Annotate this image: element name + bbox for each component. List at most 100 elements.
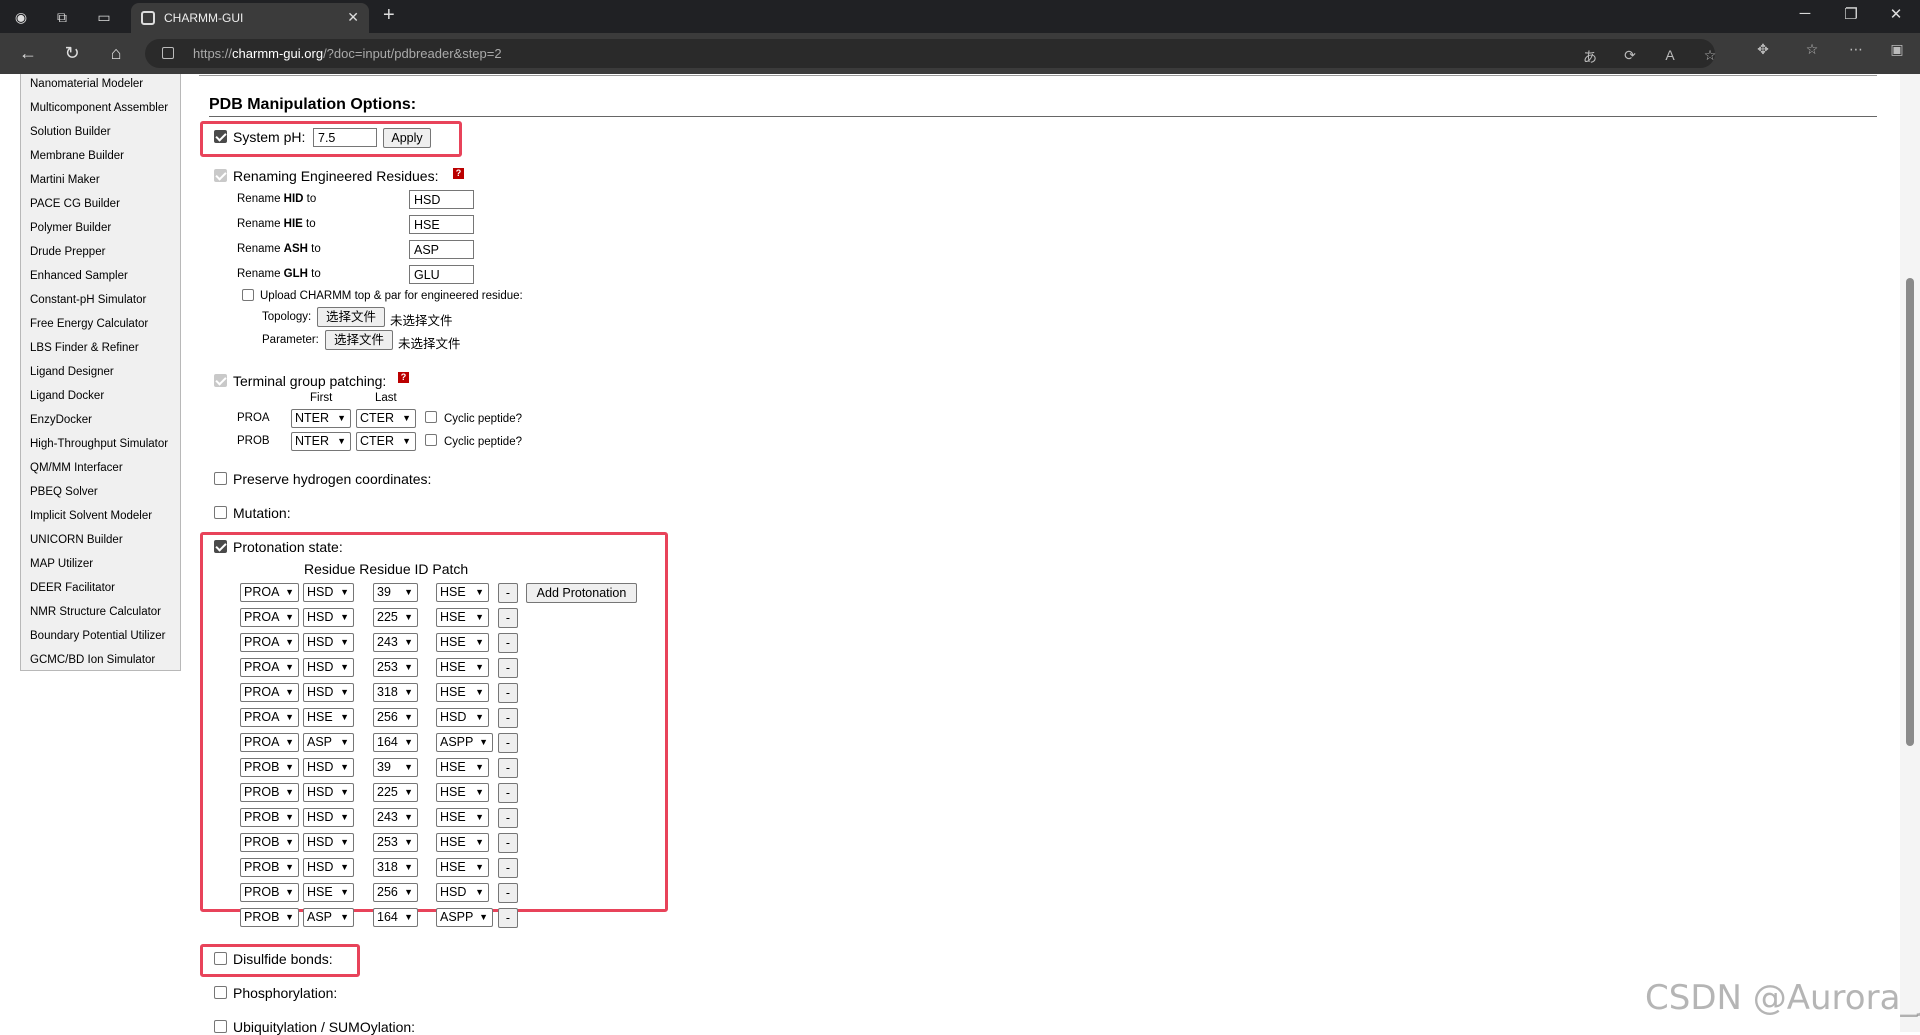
protonation-chain-select[interactable]: PROA ▼ [240,633,299,652]
sidebar-item[interactable]: Multicomponent Assembler [30,102,168,114]
protonation-chain-select[interactable]: PROA ▼ [240,733,299,752]
protonation-resid-select[interactable]: 39 ▼ [373,583,418,602]
terminal-help-icon[interactable]: ? [398,372,409,383]
protonation-patch-select[interactable]: ASPP ▼ [436,733,493,752]
protonation-residue-select[interactable]: HSD ▼ [303,633,354,652]
sidebar-item[interactable]: LBS Finder & Refiner [30,342,139,354]
rename-input[interactable] [409,265,474,284]
home-icon[interactable]: ⌂ [104,43,128,64]
cyclic-peptide-checkbox[interactable] [425,411,437,423]
protonation-chain-select[interactable]: PROA ▼ [240,583,299,602]
remove-protonation-button[interactable]: - [498,583,518,603]
url-text[interactable]: https://charmm-gui.org/?doc=input/pdbrea… [193,46,502,61]
refresh-icon[interactable]: ↻ [60,43,84,64]
protonation-chain-select[interactable]: PROA ▼ [240,608,299,627]
protonation-residue-select[interactable]: HSD ▼ [303,758,354,777]
sidebar-item[interactable]: Ligand Designer [30,366,114,378]
add-protonation-button[interactable]: Add Protonation [526,583,637,603]
protonation-resid-select[interactable]: 318 ▼ [373,683,418,702]
renaming-help-icon[interactable]: ? [453,168,464,179]
protonation-residue-select[interactable]: HSD ▼ [303,833,354,852]
protonation-residue-select[interactable]: HSD ▼ [303,658,354,677]
topology-choose-file-button[interactable]: 选择文件 [317,307,385,327]
sidebar-item[interactable]: Free Energy Calculator [30,318,148,330]
protonation-resid-select[interactable]: 243 ▼ [373,808,418,827]
protonation-patch-select[interactable]: HSE ▼ [436,683,489,702]
terminal-last-select[interactable]: CTER ▼ [356,409,416,428]
protonation-residue-select[interactable]: HSD ▼ [303,858,354,877]
preserve-hydrogen-checkbox[interactable] [214,472,227,485]
profile-icon[interactable]: ◉ [10,6,32,28]
protonation-resid-select[interactable]: 253 ▼ [373,658,418,677]
remove-protonation-button[interactable]: - [498,883,518,903]
page-scrollbar[interactable] [1900,74,1920,1032]
sidebar-item[interactable]: GCMC/BD Ion Simulator [30,654,155,666]
minimize-icon[interactable]: ─ [1790,5,1820,22]
protonation-checkbox[interactable] [214,540,227,553]
sidebar-item[interactable]: Implicit Solvent Modeler [30,510,152,522]
read-aloud-icon[interactable]: A [1659,47,1681,63]
protonation-residue-select[interactable]: HSD ▼ [303,683,354,702]
protonation-resid-select[interactable]: 225 ▼ [373,783,418,802]
apply-ph-button[interactable]: Apply [383,128,431,148]
cyclic-peptide-checkbox[interactable] [425,434,437,446]
protonation-residue-select[interactable]: ASP ▼ [303,733,354,752]
protonation-residue-select[interactable]: HSD ▼ [303,808,354,827]
sidebar-item[interactable]: PACE CG Builder [30,198,120,210]
rename-input[interactable] [409,190,474,209]
parameter-choose-file-button[interactable]: 选择文件 [325,330,393,350]
sidebar-item[interactable]: MAP Utilizer [30,558,93,570]
remove-protonation-button[interactable]: - [498,908,518,928]
mutation-checkbox[interactable] [214,506,227,519]
protonation-resid-select[interactable]: 253 ▼ [373,833,418,852]
system-ph-checkbox[interactable] [214,130,227,143]
protonation-chain-select[interactable]: PROA ▼ [240,658,299,677]
menu-icon[interactable]: ⋯ [1845,41,1867,58]
remove-protonation-button[interactable]: - [498,608,518,628]
protonation-patch-select[interactable]: HSE ▼ [436,633,489,652]
sidebar-item[interactable]: Enhanced Sampler [30,270,128,282]
protonation-patch-select[interactable]: HSE ▼ [436,658,489,677]
favorite-star-icon[interactable]: ☆ [1699,47,1721,64]
protonation-resid-select[interactable]: 164 ▼ [373,908,418,927]
sidebar-item[interactable]: Membrane Builder [30,150,124,162]
collections-icon[interactable]: ⧉ [51,6,73,28]
remove-protonation-button[interactable]: - [498,708,518,728]
sidebar-item[interactable]: High-Throughput Simulator [30,438,168,450]
protonation-residue-select[interactable]: HSD ▼ [303,783,354,802]
sidebar-item[interactable]: QM/MM Interfacer [30,462,123,474]
phosphorylation-checkbox[interactable] [214,986,227,999]
disulfide-checkbox[interactable] [214,952,227,965]
rename-input[interactable] [409,240,474,259]
sidebar-item[interactable]: NMR Structure Calculator [30,606,161,618]
protonation-chain-select[interactable]: PROB ▼ [240,908,299,927]
sidebar-item[interactable]: Polymer Builder [30,222,111,234]
scrollbar-thumb[interactable] [1906,278,1914,746]
remove-protonation-button[interactable]: - [498,783,518,803]
new-tab-icon[interactable]: + [383,4,395,27]
favorites-icon[interactable]: ☆ [1801,41,1823,58]
tab-charmm-gui[interactable]: CHARMM-GUI ✕ [131,3,369,33]
sidebar-item[interactable]: Solution Builder [30,126,111,138]
remove-protonation-button[interactable]: - [498,733,518,753]
remove-protonation-button[interactable]: - [498,833,518,853]
protonation-patch-select[interactable]: HSE ▼ [436,758,489,777]
sidebar-item[interactable]: PBEQ Solver [30,486,98,498]
terminal-first-select[interactable]: NTER ▼ [291,409,351,428]
protonation-residue-select[interactable]: ASP ▼ [303,908,354,927]
protonation-chain-select[interactable]: PROB ▼ [240,783,299,802]
tab-actions-icon[interactable]: ▭ [93,6,115,28]
renaming-checkbox[interactable] [214,169,227,182]
protonation-patch-select[interactable]: HSD ▼ [436,883,489,902]
terminal-last-select[interactable]: CTER ▼ [356,432,416,451]
sidebar-toggle-icon[interactable]: ▣ [1886,41,1908,58]
protonation-chain-select[interactable]: PROB ▼ [240,883,299,902]
close-window-icon[interactable]: ✕ [1881,5,1911,23]
protonation-residue-select[interactable]: HSE ▼ [303,883,354,902]
sidebar-item[interactable]: EnzyDocker [30,414,92,426]
protonation-resid-select[interactable]: 225 ▼ [373,608,418,627]
protonation-resid-select[interactable]: 164 ▼ [373,733,418,752]
protonation-patch-select[interactable]: HSE ▼ [436,783,489,802]
close-tab-icon[interactable]: ✕ [347,9,359,26]
remove-protonation-button[interactable]: - [498,808,518,828]
